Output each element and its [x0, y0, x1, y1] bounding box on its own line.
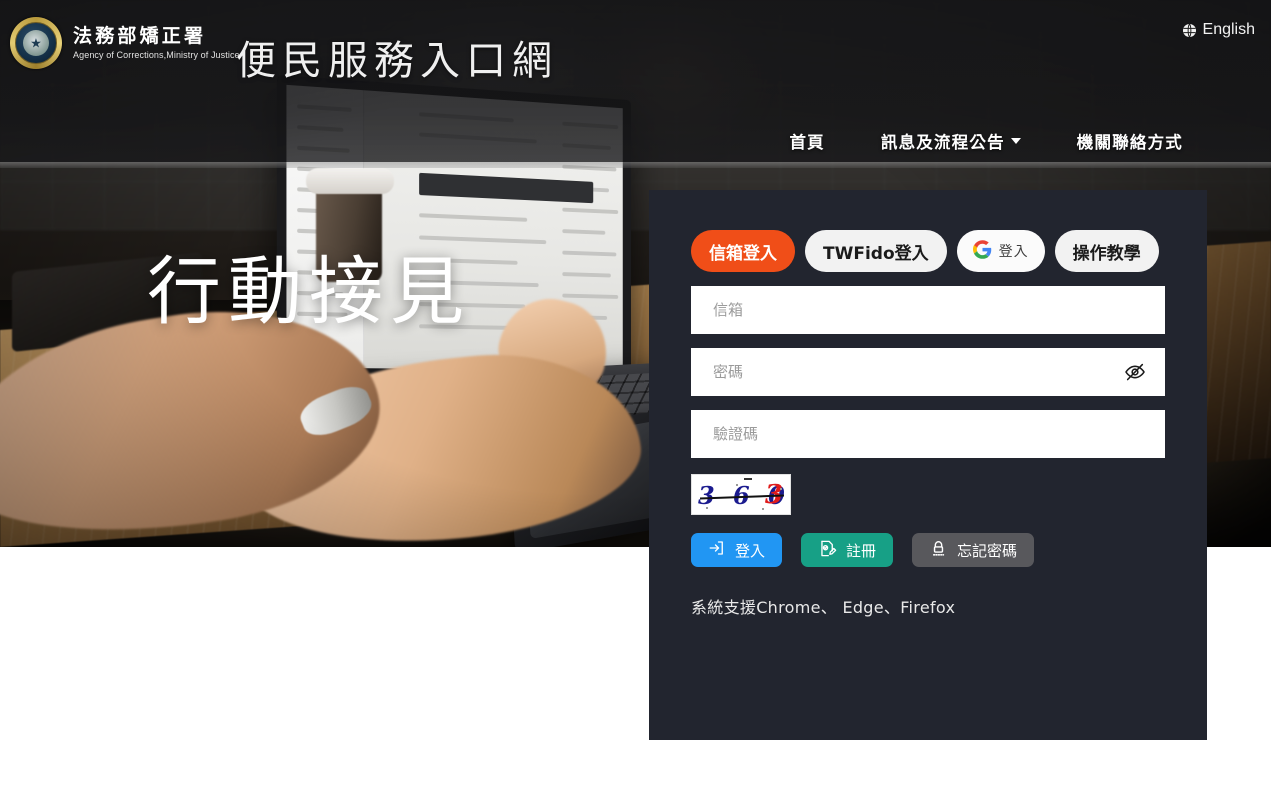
nav-item-announcements[interactable]: 訊息及流程公告: [881, 129, 1021, 153]
nav-label-contact: 機關聯絡方式: [1076, 133, 1183, 152]
register-button[interactable]: 註冊: [801, 533, 894, 567]
google-icon: [972, 239, 992, 263]
ministry-of-justice-emblem-icon: ★: [10, 17, 62, 69]
main-navigation: 首頁 訊息及流程公告 機關聯絡方式: [0, 120, 1271, 162]
language-switch-button[interactable]: English: [1181, 21, 1255, 39]
lock-password-icon: [929, 539, 948, 562]
nav-item-contact[interactable]: 機關聯絡方式: [1077, 129, 1183, 153]
captcha-input[interactable]: [713, 410, 1149, 458]
eye-slash-icon[interactable]: [1123, 360, 1147, 384]
globe-icon: [1181, 22, 1198, 39]
tab-tutorial[interactable]: 操作教學: [1054, 230, 1159, 272]
tab-twfido-login[interactable]: TWFido登入: [805, 230, 947, 272]
captcha-image[interactable]: 3 6 0 3: [691, 474, 791, 515]
login-panel: 信箱登入 TWFido登入 登入 操作教學 信箱 驗證碼 3 6 0 3 登入 …: [649, 190, 1207, 740]
header-divider: [0, 162, 1271, 168]
nav-item-home[interactable]: 首頁: [789, 129, 824, 153]
captcha-field-wrapper: [691, 410, 1165, 458]
brand-name-cn: 法務部矯正署: [73, 25, 207, 48]
page-title: 便民服務入口網: [236, 38, 558, 84]
forgot-password-button-label: 忘記密碼: [957, 541, 1018, 560]
nav-label-announcements: 訊息及流程公告: [880, 133, 1005, 152]
language-label: English: [1202, 21, 1255, 38]
password-field-wrapper: [691, 348, 1165, 396]
brand-logo[interactable]: ★ 法務部矯正署 Agency of Corrections,Ministry …: [10, 17, 240, 69]
tab-email-login-label: 信箱登入: [709, 243, 777, 264]
tab-google-login-label: 登入: [998, 244, 1029, 260]
login-button-label: 登入: [735, 541, 766, 560]
browser-support-note: 系統支援Chrome、 Edge、Firefox: [691, 598, 956, 617]
tab-twfido-login-label: TWFido登入: [823, 243, 929, 264]
password-input[interactable]: [713, 348, 1149, 396]
chevron-down-icon: [1010, 138, 1021, 144]
login-actions: 登入 註冊 忘記密碼: [691, 533, 1165, 567]
login-button[interactable]: 登入: [691, 533, 783, 567]
captcha-row: 3 6 0 3: [691, 474, 1165, 515]
brand-name-en: Agency of Corrections,Ministry of Justic…: [73, 49, 240, 60]
nav-label-home: 首頁: [789, 133, 825, 152]
tab-tutorial-label: 操作教學: [1072, 243, 1141, 264]
login-arrow-icon: [708, 539, 726, 561]
register-document-icon: [818, 539, 837, 562]
hero-headline: 行動接見: [147, 249, 471, 335]
email-field-wrapper: [691, 286, 1165, 334]
email-input[interactable]: [713, 286, 1149, 334]
tab-email-login[interactable]: 信箱登入: [691, 230, 795, 272]
tab-google-login[interactable]: 登入: [956, 230, 1045, 272]
forgot-password-button[interactable]: 忘記密碼: [912, 533, 1035, 567]
page-root: 行動接見 ★ 法務部矯正署 Agency of Corrections,Mini…: [0, 0, 1271, 785]
login-method-tabs: 信箱登入 TWFido登入 登入 操作教學: [691, 230, 1165, 272]
register-button-label: 註冊: [846, 541, 877, 560]
